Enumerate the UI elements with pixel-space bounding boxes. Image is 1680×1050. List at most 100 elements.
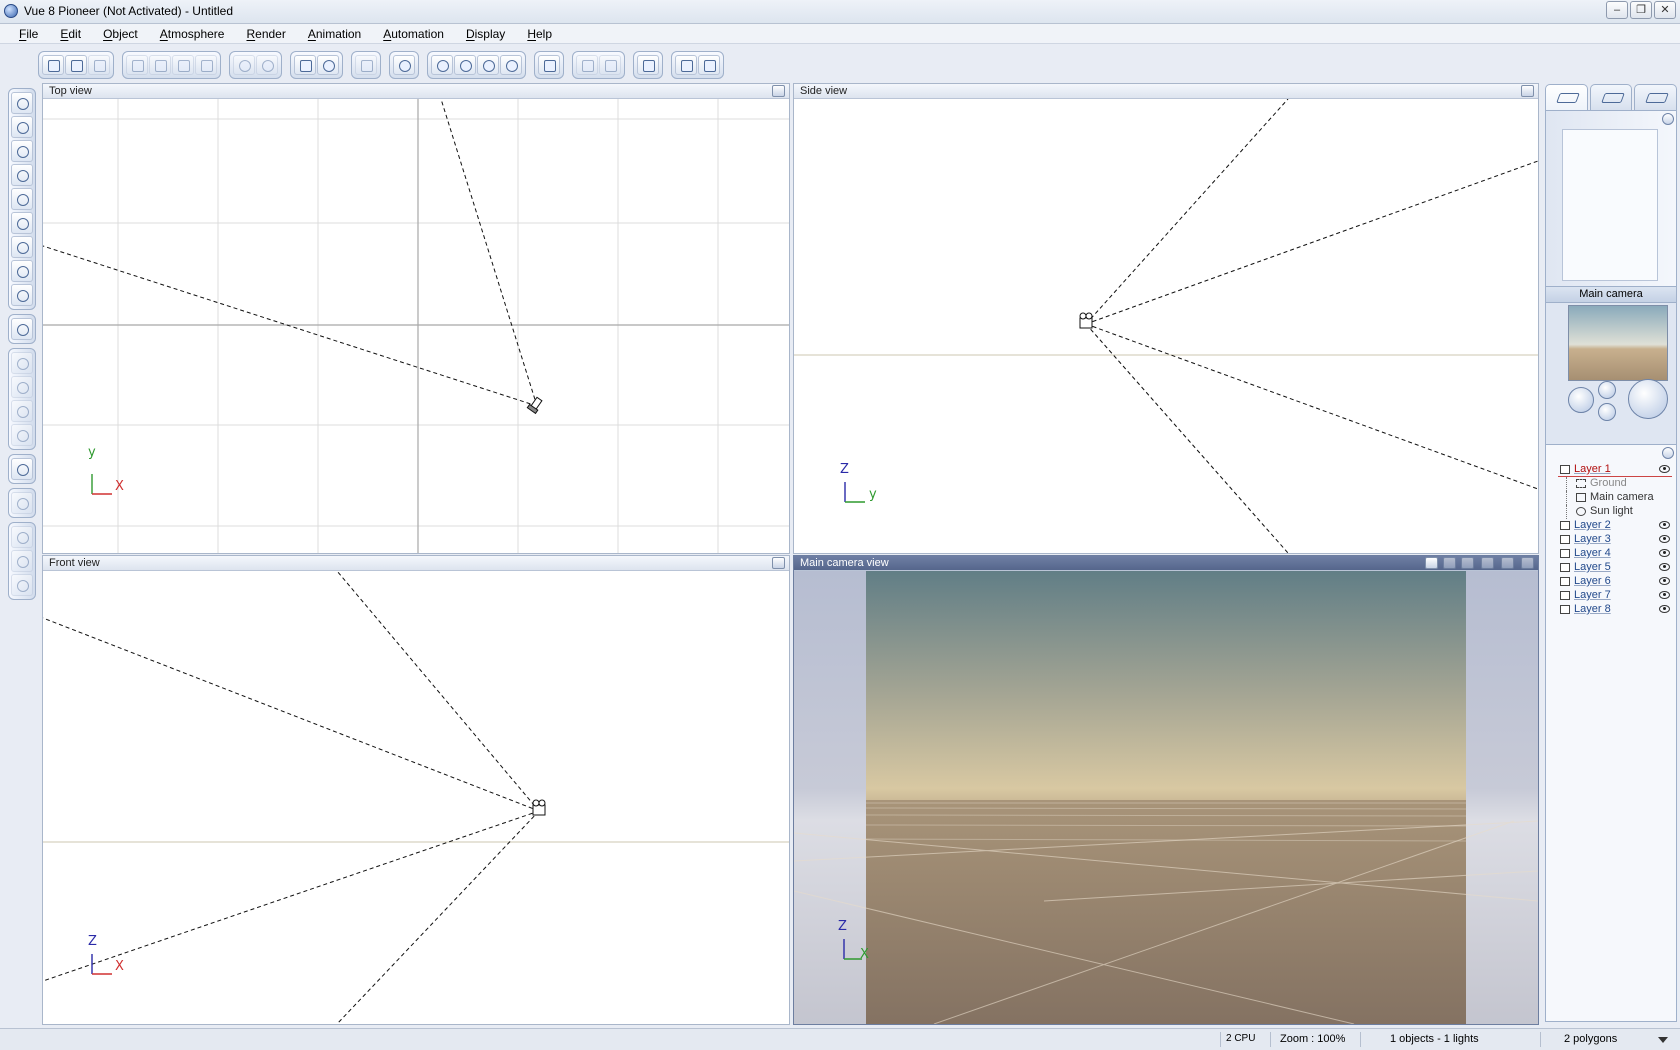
- layer-item[interactable]: Layer 7: [1558, 589, 1672, 603]
- top-view-canvas[interactable]: y X: [43, 99, 789, 553]
- scatter-icon[interactable]: [11, 574, 33, 596]
- layer-item[interactable]: Layer 2: [1558, 519, 1672, 533]
- object-item[interactable]: Sun light: [1558, 505, 1672, 519]
- pan-icon[interactable]: [1568, 387, 1594, 413]
- load-atmosphere-icon[interactable]: [317, 55, 339, 75]
- zoom-in-icon[interactable]: [477, 55, 499, 75]
- sphere-icon[interactable]: [11, 116, 33, 138]
- menu-atmosphere[interactable]: Atmosphere: [149, 27, 236, 41]
- layer-item[interactable]: Layer 3: [1558, 533, 1672, 547]
- rotate-camera-icon[interactable]: [1628, 379, 1668, 419]
- tree-icon[interactable]: [11, 212, 33, 234]
- visibility-eye-icon[interactable]: [1659, 465, 1670, 473]
- rock-icon[interactable]: [11, 236, 33, 258]
- render-icon[interactable]: [675, 55, 697, 75]
- menu-object[interactable]: Object: [92, 27, 149, 41]
- paste-icon[interactable]: [172, 55, 194, 75]
- new-scene-icon[interactable]: [42, 55, 64, 75]
- light-icon[interactable]: [11, 458, 33, 480]
- camera-selector[interactable]: Main camera: [1546, 287, 1676, 303]
- scroll-up-icon[interactable]: [1662, 113, 1674, 125]
- metablob-icon[interactable]: [11, 424, 33, 446]
- restore-button[interactable]: ❐: [1630, 1, 1652, 19]
- render-preview-icon[interactable]: [1443, 557, 1456, 569]
- front-view[interactable]: Front view Z X: [42, 555, 790, 1025]
- zoom-fit-icon[interactable]: [431, 55, 453, 75]
- menu-animation[interactable]: Animation: [297, 27, 372, 41]
- atmosphere-preview-icon[interactable]: [1501, 557, 1514, 569]
- side-view[interactable]: Side view Z y: [793, 83, 1539, 554]
- group-icon[interactable]: [11, 352, 33, 374]
- render-area-clear-icon[interactable]: [599, 55, 621, 75]
- menu-file[interactable]: File: [8, 27, 49, 41]
- object-item[interactable]: Main camera: [1558, 491, 1672, 505]
- primitives-icon[interactable]: [11, 92, 33, 114]
- layer-item[interactable]: Layer 1: [1558, 463, 1672, 477]
- menu-edit[interactable]: Edit: [49, 27, 92, 41]
- tab-numerics[interactable]: [1589, 84, 1633, 110]
- visibility-eye-icon[interactable]: [1659, 605, 1670, 613]
- layer-item[interactable]: Layer 6: [1558, 575, 1672, 589]
- front-view-canvas[interactable]: Z X: [43, 571, 789, 1024]
- align-icon[interactable]: [11, 550, 33, 572]
- atmosphere-editor-icon[interactable]: [294, 55, 316, 75]
- open-scene-icon[interactable]: [65, 55, 87, 75]
- layer-item[interactable]: Layer 8: [1558, 603, 1672, 617]
- visibility-eye-icon[interactable]: [1659, 591, 1670, 599]
- camera-view-canvas[interactable]: Z X: [794, 571, 1538, 1024]
- view-menu-icon[interactable]: [772, 85, 785, 97]
- polygon-dropdown-icon[interactable]: [1658, 1037, 1668, 1043]
- maximize-view-icon[interactable]: [538, 55, 560, 75]
- menu-automation[interactable]: Automation: [372, 27, 455, 41]
- side-view-canvas[interactable]: Z y: [794, 99, 1538, 553]
- visibility-eye-icon[interactable]: [1659, 521, 1670, 529]
- plant-icon[interactable]: [11, 188, 33, 210]
- maximize-icon[interactable]: [1521, 557, 1534, 569]
- close-button[interactable]: ✕: [1654, 1, 1676, 19]
- tab-object[interactable]: [1634, 84, 1678, 110]
- cut-icon[interactable]: [126, 55, 148, 75]
- sun-preview-icon[interactable]: [1481, 557, 1494, 569]
- view-menu-icon[interactable]: [1425, 557, 1438, 569]
- visibility-eye-icon[interactable]: [1659, 577, 1670, 585]
- render-options-icon[interactable]: [698, 55, 720, 75]
- view-menu-icon[interactable]: [1521, 85, 1534, 97]
- menu-help[interactable]: Help: [516, 27, 563, 41]
- undo-icon[interactable]: [233, 55, 255, 75]
- copy-icon[interactable]: [149, 55, 171, 75]
- layer-item[interactable]: Layer 4: [1558, 547, 1672, 561]
- camera-side-controls[interactable]: [1550, 379, 1560, 429]
- visibility-eye-icon[interactable]: [1659, 563, 1670, 571]
- terrain-icon[interactable]: [11, 164, 33, 186]
- view-menu-icon[interactable]: [772, 557, 785, 569]
- minimize-button[interactable]: –: [1606, 1, 1628, 19]
- save-scene-icon[interactable]: [88, 55, 110, 75]
- visibility-eye-icon[interactable]: [1659, 549, 1670, 557]
- layer-item[interactable]: Layer 5: [1558, 561, 1672, 575]
- drop-icon[interactable]: [11, 526, 33, 548]
- tab-aspect[interactable]: [1545, 84, 1588, 110]
- main-camera-view[interactable]: Main camera view Z X: [793, 555, 1539, 1025]
- boolean-union-icon[interactable]: [11, 376, 33, 398]
- link-icon[interactable]: [393, 55, 415, 75]
- visibility-eye-icon[interactable]: [1659, 535, 1670, 543]
- scroll-up-icon[interactable]: [1662, 447, 1674, 459]
- cloud-icon[interactable]: [11, 284, 33, 306]
- duplicate-icon[interactable]: [195, 55, 217, 75]
- top-view[interactable]: Top view y X: [42, 83, 790, 554]
- zoom-out-icon[interactable]: [500, 55, 522, 75]
- water-icon[interactable]: [11, 260, 33, 282]
- zoom-selection-icon[interactable]: [454, 55, 476, 75]
- material-editor-icon[interactable]: [355, 55, 377, 75]
- text-icon[interactable]: [11, 140, 33, 162]
- elevation-icon[interactable]: [1598, 403, 1616, 421]
- redo-icon[interactable]: [256, 55, 278, 75]
- menu-display[interactable]: Display: [455, 27, 516, 41]
- render-area-icon[interactable]: [1461, 557, 1474, 569]
- import-object-icon[interactable]: [11, 318, 33, 340]
- animation-toggle-icon[interactable]: [637, 55, 659, 75]
- zoom-camera-icon[interactable]: [1598, 381, 1616, 399]
- camera-icon[interactable]: [11, 492, 33, 514]
- render-area-icon[interactable]: [576, 55, 598, 75]
- menu-render[interactable]: Render: [235, 27, 296, 41]
